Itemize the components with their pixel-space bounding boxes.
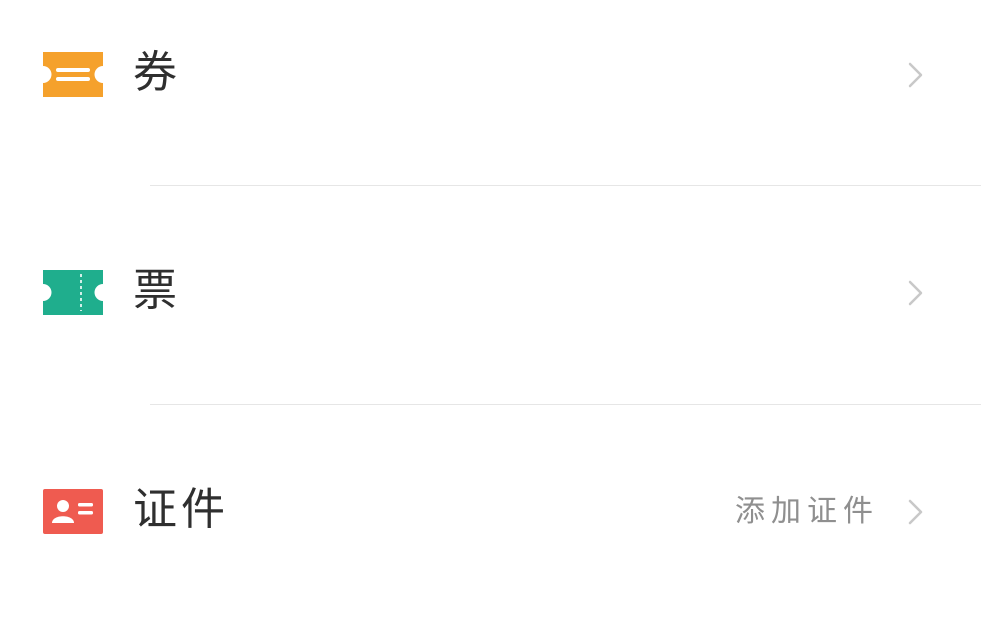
- ticket-icon: [43, 270, 103, 315]
- list-item-label: 票: [133, 265, 181, 316]
- chevron-right-icon: [905, 497, 927, 527]
- chevron-right-icon: [905, 60, 927, 90]
- list-item-tickets[interactable]: 票: [0, 213, 991, 373]
- list-item-label: 证件: [133, 484, 229, 535]
- wallet-list: 券 票 证件 添加证件: [0, 0, 991, 624]
- add-id-document-link[interactable]: 添加证件: [735, 490, 879, 534]
- list-item-label: 券: [133, 47, 181, 98]
- divider: [150, 404, 981, 405]
- id-card-icon: [43, 489, 103, 534]
- coupon-icon: [43, 52, 103, 97]
- chevron-right-icon: [905, 278, 927, 308]
- list-item-coupons[interactable]: 券: [0, 0, 991, 155]
- divider: [150, 185, 981, 186]
- list-item-id-documents[interactable]: 证件 添加证件: [0, 432, 991, 592]
